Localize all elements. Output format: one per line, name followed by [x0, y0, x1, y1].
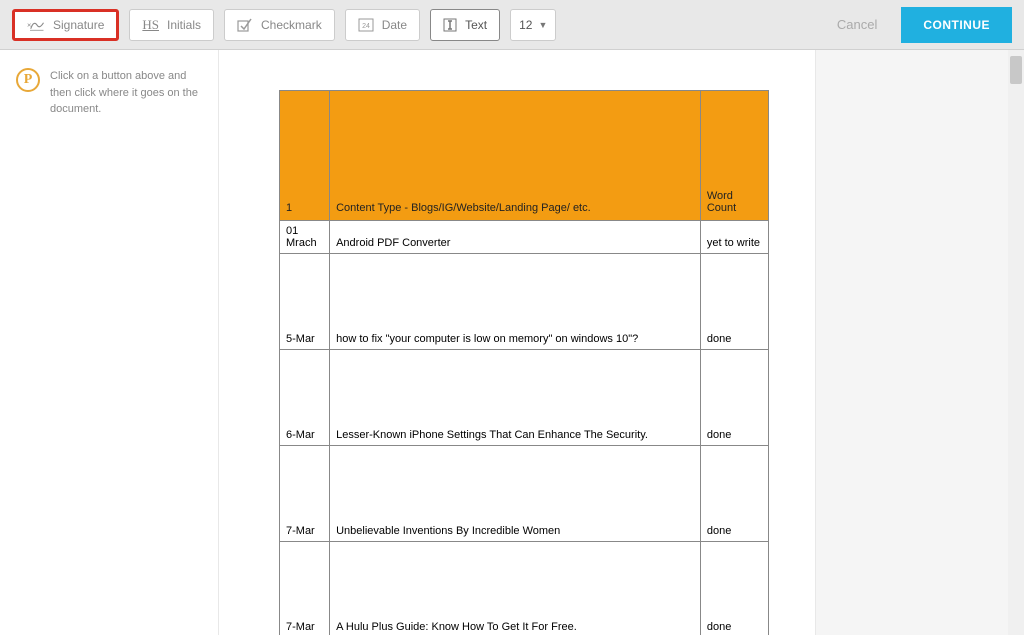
document-viewport[interactable]: 1 Content Type - Blogs/IG/Website/Landin…: [218, 50, 816, 635]
svg-text:24: 24: [362, 23, 370, 30]
help-text: Click on a button above and then click w…: [50, 68, 202, 118]
font-size-value: 12: [519, 18, 532, 32]
content-table: 1 Content Type - Blogs/IG/Website/Landin…: [279, 90, 769, 635]
cell-status: yet to write: [700, 221, 768, 254]
signature-button[interactable]: × Signature: [12, 9, 119, 41]
table-row: 5-Marhow to fix "your computer is low on…: [280, 254, 769, 350]
help-row: P Click on a button above and then click…: [16, 68, 202, 118]
checkmark-button[interactable]: Checkmark: [224, 9, 335, 41]
initials-label: Initials: [167, 18, 201, 32]
right-panel: [816, 50, 1024, 635]
help-icon: P: [16, 68, 40, 92]
cell-date: 5-Mar: [280, 254, 330, 350]
header-col-1: 1: [280, 91, 330, 221]
continue-button[interactable]: CONTINUE: [901, 7, 1012, 43]
initials-icon: HS: [142, 17, 159, 33]
date-button[interactable]: 24 Date: [345, 9, 420, 41]
signature-icon: ×: [27, 17, 45, 33]
table-row: 6-MarLesser-Known iPhone Settings That C…: [280, 350, 769, 446]
cell-status: done: [700, 446, 768, 542]
cell-date: 7-Mar: [280, 542, 330, 635]
chevron-down-icon: ▼: [538, 20, 547, 30]
font-size-select[interactable]: 12 ▼: [510, 9, 556, 41]
sidebar: P Click on a button above and then click…: [0, 50, 218, 635]
initials-button[interactable]: HS Initials: [129, 9, 214, 41]
cell-status: done: [700, 542, 768, 635]
cell-content: A Hulu Plus Guide: Know How To Get It Fo…: [330, 542, 701, 635]
checkmark-label: Checkmark: [261, 18, 322, 32]
table-row: 7-MarA Hulu Plus Guide: Know How To Get …: [280, 542, 769, 635]
cell-content: how to fix "your computer is low on memo…: [330, 254, 701, 350]
scrollbar[interactable]: [1008, 50, 1024, 635]
cell-status: done: [700, 350, 768, 446]
calendar-icon: 24: [358, 18, 374, 32]
cell-content: Unbelievable Inventions By Incredible Wo…: [330, 446, 701, 542]
table-header-row: 1 Content Type - Blogs/IG/Website/Landin…: [280, 91, 769, 221]
text-label: Text: [465, 18, 487, 32]
text-button[interactable]: Text: [430, 9, 500, 41]
cell-status: done: [700, 254, 768, 350]
cell-content: Lesser-Known iPhone Settings That Can En…: [330, 350, 701, 446]
cancel-button[interactable]: Cancel: [823, 9, 891, 40]
signature-label: Signature: [53, 18, 104, 32]
cell-date: 01 Mrach: [280, 221, 330, 254]
checkmark-icon: [237, 18, 253, 32]
date-label: Date: [382, 18, 407, 32]
cell-date: 6-Mar: [280, 350, 330, 446]
toolbar: × Signature HS Initials Checkmark 24 Dat…: [0, 0, 1024, 50]
header-col-3: Word Count: [700, 91, 768, 221]
cell-content: Android PDF Converter: [330, 221, 701, 254]
text-icon: [443, 18, 457, 32]
cell-date: 7-Mar: [280, 446, 330, 542]
scrollbar-thumb[interactable]: [1010, 56, 1022, 84]
table-row: 7-MarUnbelievable Inventions By Incredib…: [280, 446, 769, 542]
header-col-2: Content Type - Blogs/IG/Website/Landing …: [330, 91, 701, 221]
table-row: 01 MrachAndroid PDF Converteryet to writ…: [280, 221, 769, 254]
main-area: P Click on a button above and then click…: [0, 50, 1024, 635]
